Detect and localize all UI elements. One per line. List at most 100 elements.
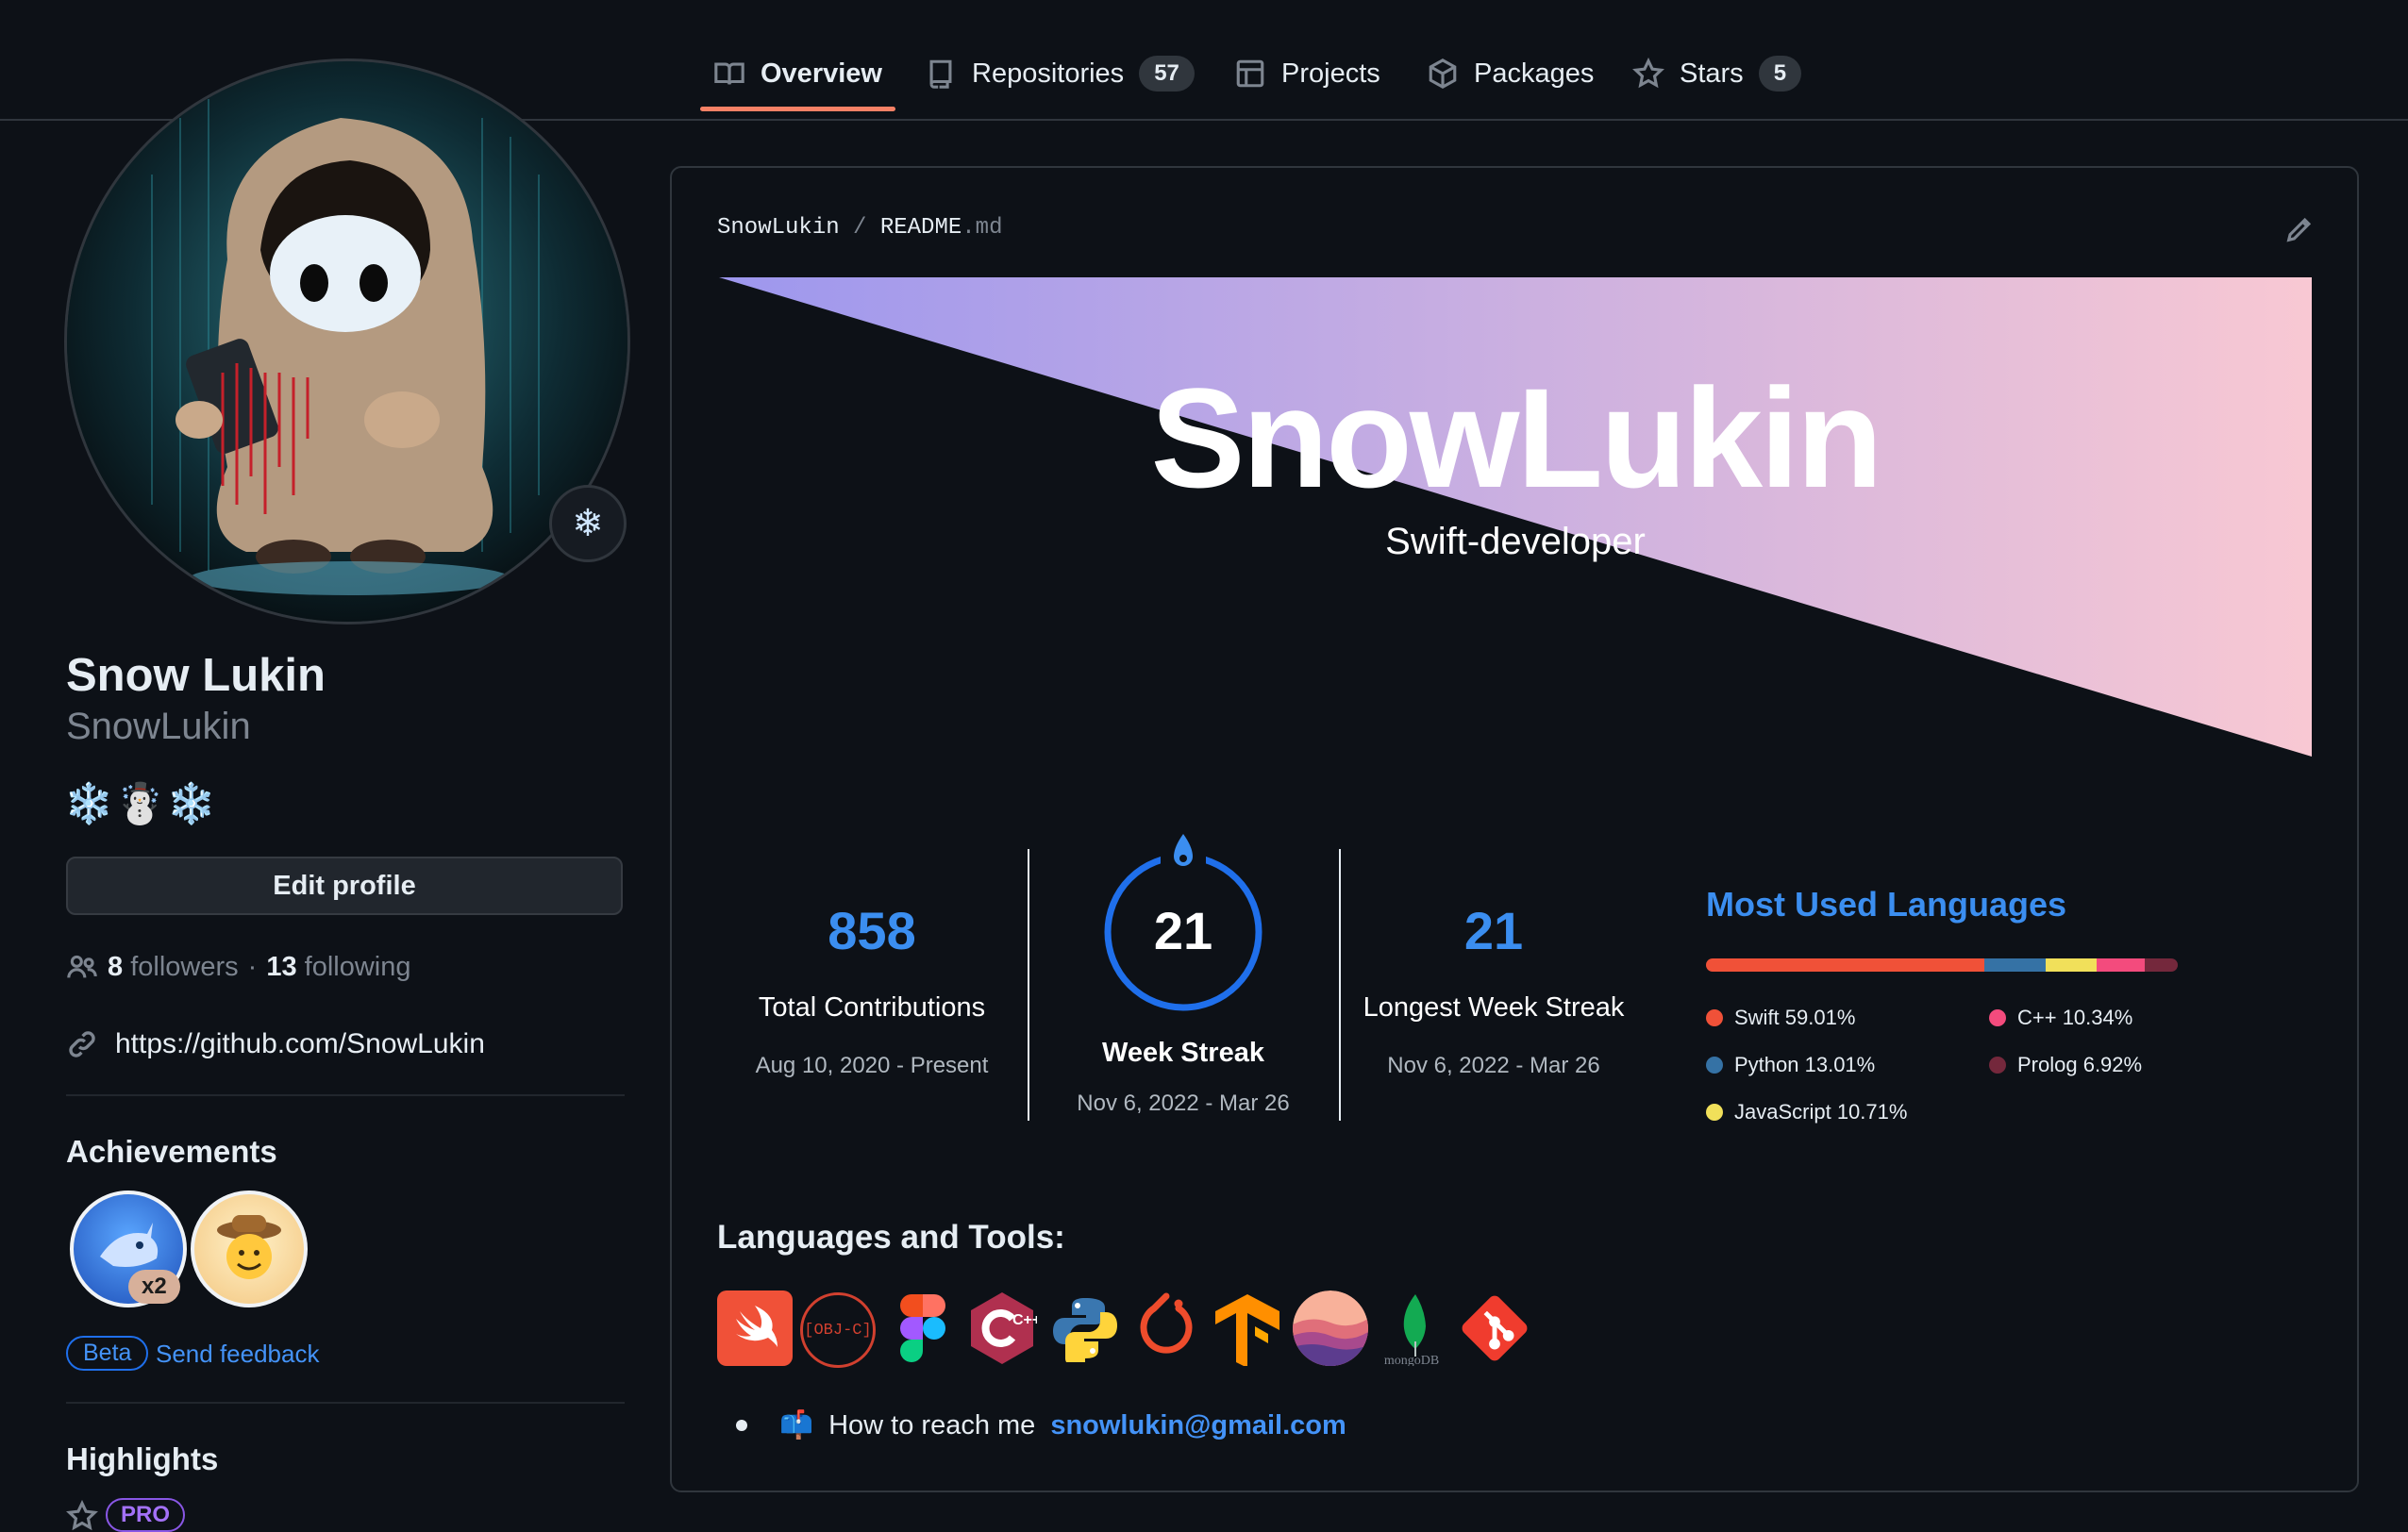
objc-icon[interactable]: [OBJ-C] <box>800 1292 876 1368</box>
tab-label: Overview <box>761 58 882 89</box>
language-legend-item: JavaScript 10.71% <box>1706 1100 1907 1124</box>
profile-username: SnowLukin <box>66 706 251 747</box>
profile-bio: ❄️☃️❄️ <box>64 781 218 825</box>
seaborn-icon[interactable] <box>1293 1291 1368 1366</box>
swift-icon[interactable] <box>717 1291 793 1366</box>
cplusplus-icon[interactable]: C++ <box>964 1291 1040 1366</box>
achievement-yolo-icon[interactable] <box>191 1191 308 1307</box>
language-legend-label: JavaScript 10.71% <box>1734 1100 1908 1124</box>
language-bar-segment <box>2096 958 2146 972</box>
readme-owner-link[interactable]: SnowLukin <box>717 215 840 241</box>
followers-label: followers <box>130 951 239 982</box>
total-contributions-label: Total Contributions <box>758 992 986 1023</box>
longest-streak-value: 21 <box>1463 901 1524 960</box>
path-separator: / <box>853 215 867 241</box>
cpp-label: C++ <box>1012 1312 1037 1328</box>
language-bar-segment <box>2046 958 2097 972</box>
send-feedback-link[interactable]: Send feedback <box>156 1340 319 1369</box>
repositories-count-badge: 57 <box>1139 56 1195 92</box>
pro-badge: PRO <box>106 1498 186 1532</box>
star-icon <box>1632 58 1664 89</box>
banner-title: SnowLukin <box>1150 358 1883 517</box>
stars-count-badge: 5 <box>1758 56 1802 92</box>
tab-projects[interactable]: Projects <box>1234 38 1380 109</box>
email-link[interactable]: snowlukin@gmail.com <box>1050 1410 1346 1441</box>
language-legend-label: C++ 10.34% <box>2017 1006 2133 1029</box>
language-color-dot <box>1989 1009 2006 1026</box>
mongodb-label: mongoDB <box>1384 1354 1439 1366</box>
git-icon[interactable] <box>1457 1291 1532 1366</box>
current-streak-range: Nov 6, 2022 - Mar 26 <box>1077 1091 1290 1116</box>
tab-label: Repositories <box>972 58 1125 89</box>
total-contributions-value: 858 <box>828 901 916 960</box>
profile-full-name: Snow Lukin <box>66 650 326 701</box>
pencil-icon[interactable] <box>2283 213 2316 245</box>
tab-packages[interactable]: Packages <box>1427 38 1594 109</box>
language-bar-segment <box>2145 958 2178 972</box>
book-icon <box>714 62 744 85</box>
language-color-dot <box>1989 1057 2006 1074</box>
tab-overview[interactable]: Overview <box>700 38 895 111</box>
pytorch-icon[interactable] <box>1129 1291 1204 1366</box>
objc-label: [OBJ-C] <box>804 1321 872 1340</box>
readme-file-link[interactable]: README.md <box>880 215 1003 241</box>
status-snowflake-icon[interactable]: ❄ <box>549 485 627 562</box>
figma-icon[interactable] <box>885 1291 961 1366</box>
website-link[interactable]: https://github.com/SnowLukin <box>115 1028 485 1060</box>
language-legend-label: Swift 59.01% <box>1734 1006 1856 1029</box>
language-color-dot <box>1706 1057 1723 1074</box>
language-color-dot <box>1706 1009 1723 1026</box>
language-legend-item: Python 13.01% <box>1706 1053 1875 1077</box>
tab-label: Packages <box>1474 58 1595 89</box>
table-icon <box>1236 59 1264 88</box>
edit-profile-button[interactable]: Edit profile <box>66 857 623 915</box>
followers-link[interactable]: 8 followers <box>108 952 239 983</box>
follow-stats: 8 followers · 13 following <box>66 951 410 983</box>
achievement-multiplier-badge: x2 <box>128 1270 180 1304</box>
achievements-title: Achievements <box>66 1134 277 1169</box>
mailbox-icon: 📫 <box>779 1410 814 1440</box>
language-legend-item: Swift 59.01% <box>1706 1006 1855 1030</box>
language-bar-segment <box>1984 958 2047 972</box>
tab-stars[interactable]: Stars 5 <box>1632 38 1802 109</box>
people-icon <box>67 955 97 978</box>
cowboy-emoji-icon <box>217 1215 281 1279</box>
current-streak-label: Week Streak <box>1102 1038 1264 1068</box>
language-legend-item: C++ 10.34% <box>1989 1006 2132 1030</box>
hooded-character-illustration <box>67 61 627 622</box>
mongodb-icon[interactable]: mongoDB <box>1374 1291 1449 1366</box>
tab-repositories[interactable]: Repositories 57 <box>925 38 1195 109</box>
followers-count: 8 <box>108 951 124 982</box>
languages-progress-bar <box>1706 958 2178 972</box>
language-legend-label: Prolog 6.92% <box>2017 1053 2143 1076</box>
readme-file-ext: .md <box>962 215 1003 241</box>
banner-subtitle: Swift-developer <box>1385 521 1646 562</box>
star-icon <box>66 1500 98 1531</box>
website-row: https://github.com/SnowLukin <box>66 1028 485 1060</box>
total-contributions-range: Aug 10, 2020 - Present <box>755 1053 989 1078</box>
language-bar-segment <box>1706 958 1985 972</box>
beta-badge: Beta <box>66 1336 149 1371</box>
list-bullet <box>736 1420 747 1431</box>
divider <box>66 1402 625 1404</box>
stats-divider <box>1339 849 1341 1121</box>
python-icon[interactable] <box>1047 1291 1123 1366</box>
longest-streak-range: Nov 6, 2022 - Mar 26 <box>1387 1053 1600 1078</box>
tab-label: Stars <box>1680 58 1744 89</box>
separator: · <box>247 951 258 982</box>
language-legend-label: Python 13.01% <box>1734 1053 1876 1076</box>
avatar[interactable] <box>64 58 630 624</box>
language-color-dot <box>1706 1104 1723 1121</box>
readme-path: SnowLukin / README.md <box>717 215 1002 241</box>
contact-list-item: 📫 How to reach me snowlukin@gmail.com <box>736 1409 1346 1441</box>
current-streak-value: 21 <box>1153 901 1213 960</box>
following-link[interactable]: 13 following <box>266 952 410 983</box>
tensorflow-icon[interactable] <box>1210 1291 1285 1366</box>
tab-label: Projects <box>1281 58 1380 89</box>
repo-icon <box>929 59 952 89</box>
link-icon <box>69 1031 95 1057</box>
divider <box>66 1094 625 1096</box>
package-icon <box>1429 58 1457 89</box>
longest-streak-label: Longest Week Streak <box>1363 992 1625 1023</box>
readme-file-name: README <box>879 215 962 241</box>
